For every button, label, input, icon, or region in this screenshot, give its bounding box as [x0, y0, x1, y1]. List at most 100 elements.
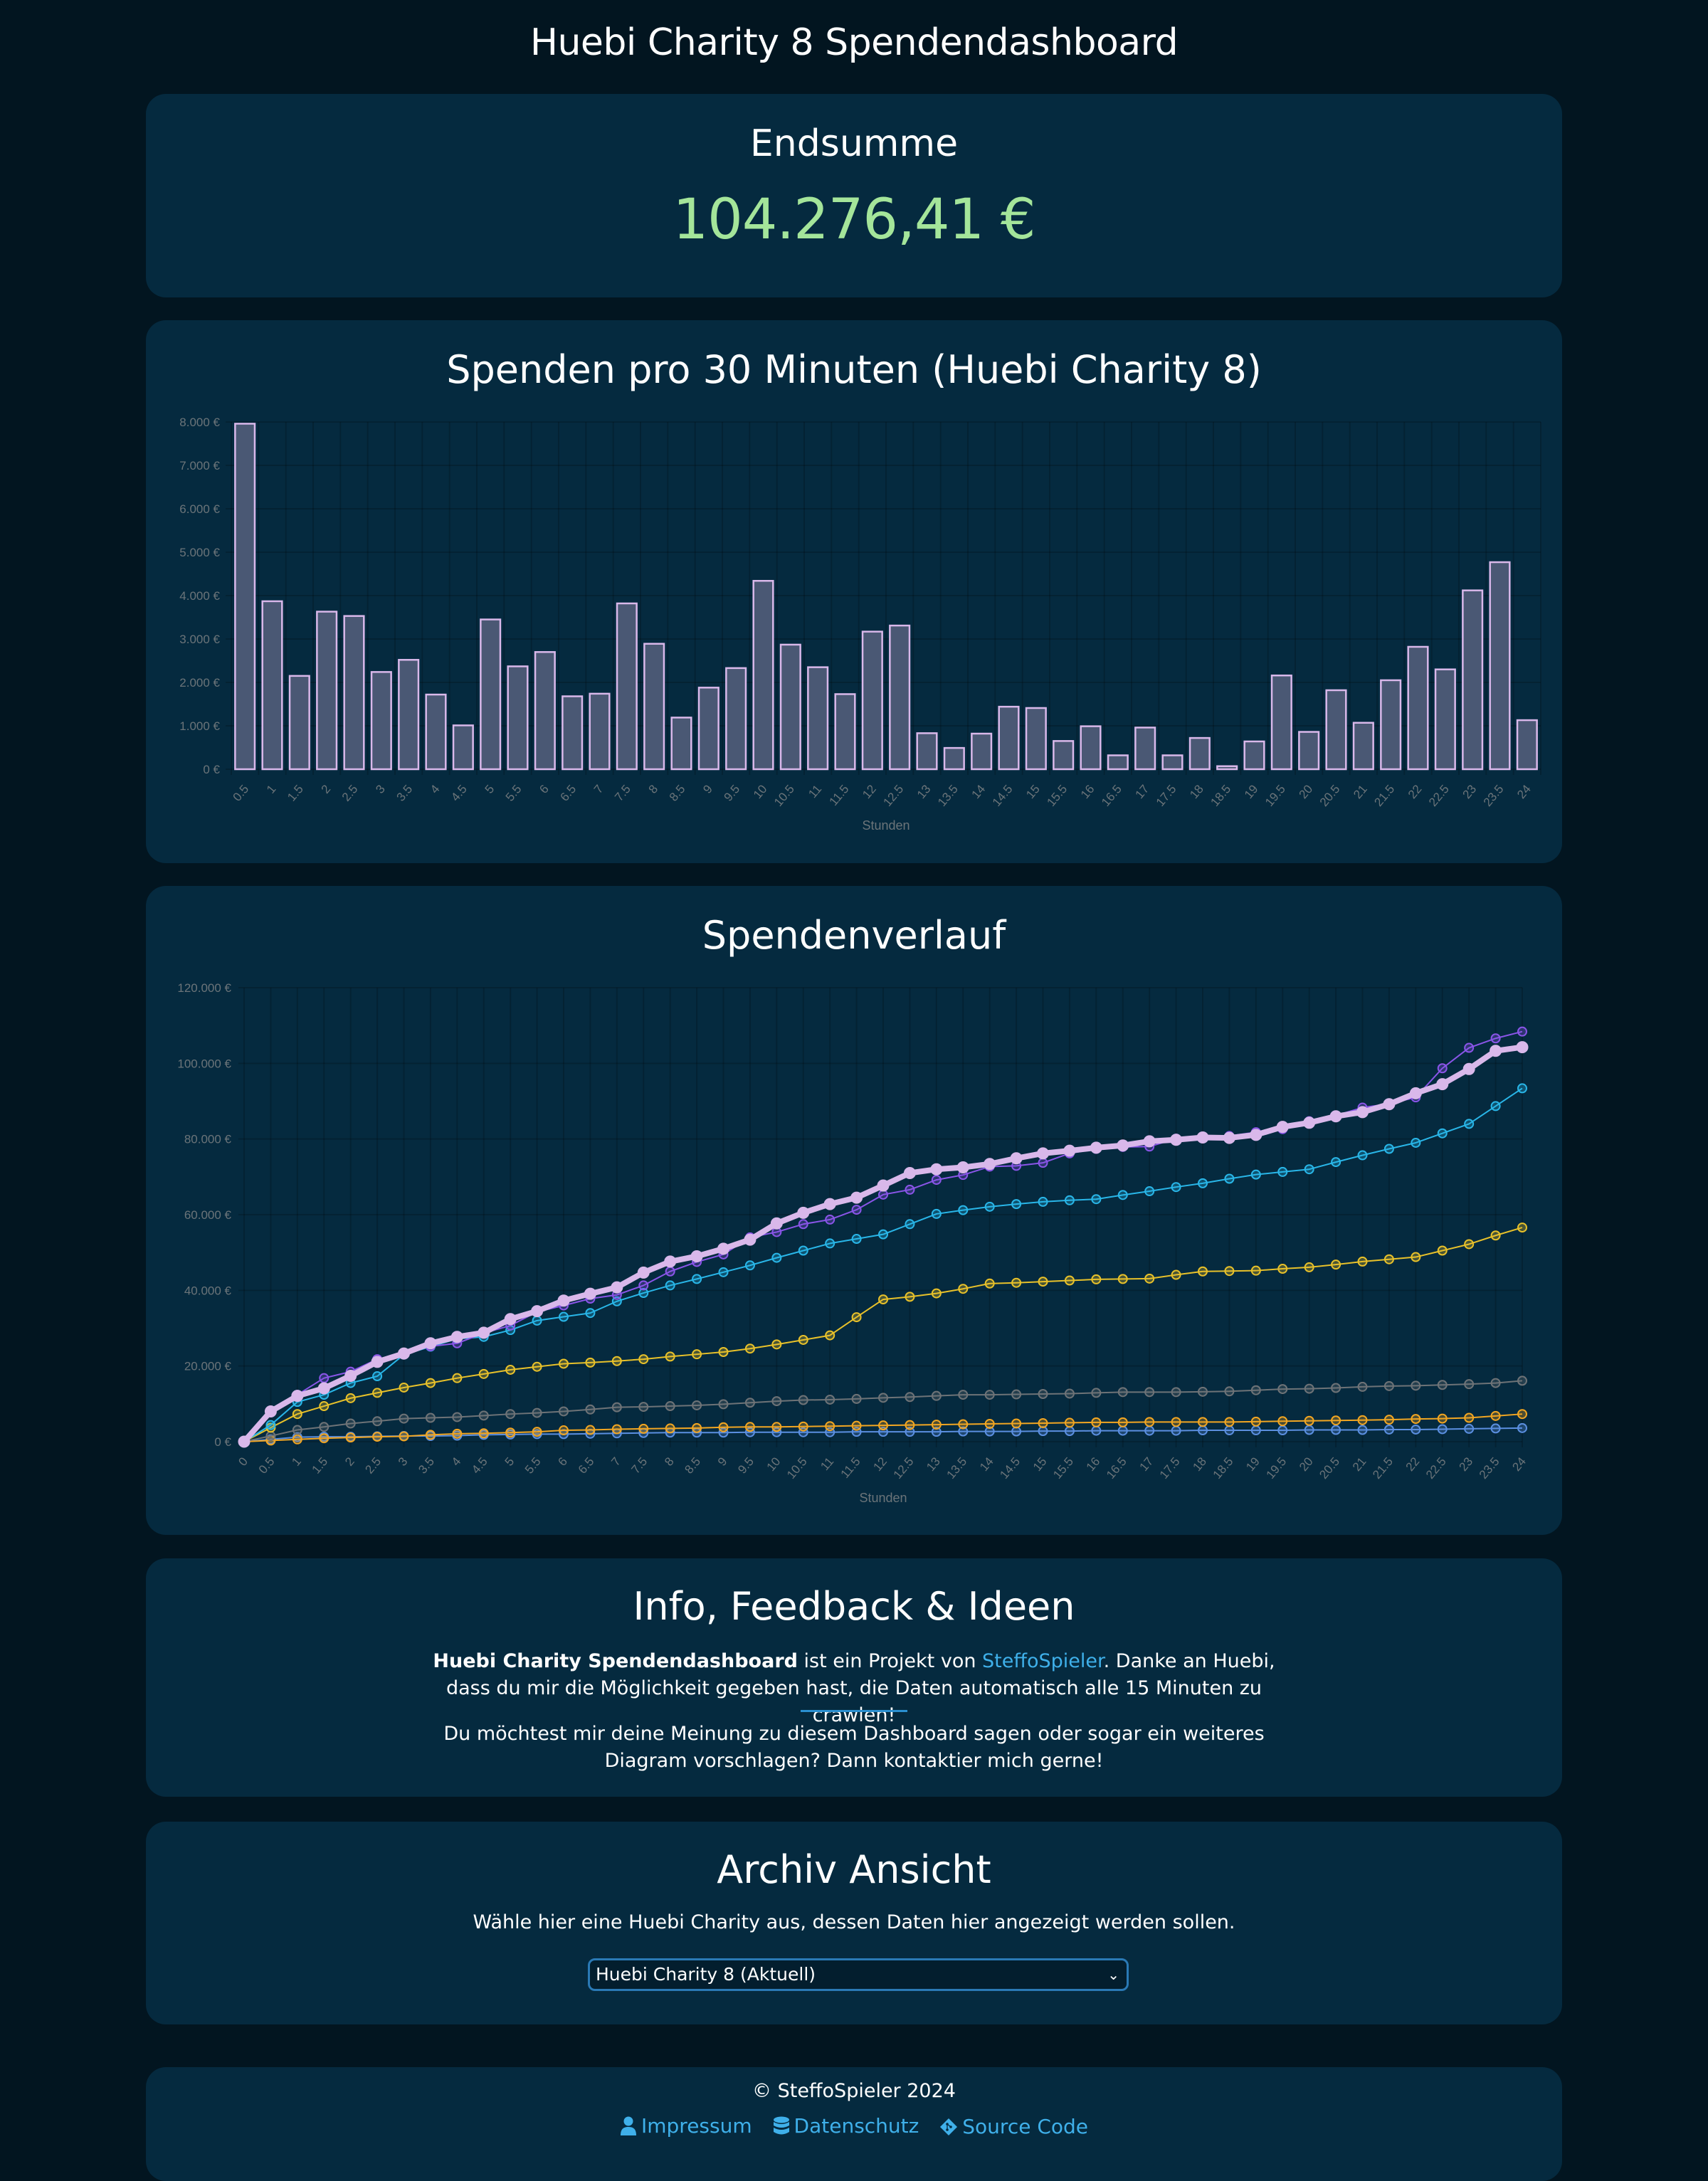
data-point [1304, 1383, 1314, 1394]
data-point [1517, 1222, 1527, 1233]
data-point [1171, 1387, 1181, 1398]
archive-title: Archiv Ansicht [717, 1847, 991, 1892]
data-point [1464, 1379, 1475, 1390]
bar [1025, 707, 1047, 771]
data-point [1038, 1158, 1048, 1168]
x-tick-label: 17.5 [1154, 782, 1179, 809]
bar [779, 643, 801, 771]
data-point [291, 1390, 304, 1403]
x-tick-label: 11.5 [827, 782, 852, 808]
bar [1407, 645, 1429, 771]
data-point [798, 1395, 808, 1405]
data-point [1357, 1381, 1368, 1392]
data-point [931, 1208, 942, 1219]
data-point [665, 1401, 675, 1412]
x-tick-label: 1.5 [310, 1454, 331, 1476]
x-tick-label: 23.5 [1477, 1454, 1502, 1482]
data-point [532, 1408, 542, 1418]
x-tick-label: 1 [289, 1454, 304, 1468]
x-tick-label: 11 [806, 782, 824, 801]
data-point [1117, 1190, 1128, 1200]
x-tick-label: 7 [591, 782, 606, 796]
data-point [265, 1420, 276, 1430]
x-tick-label: 22 [1406, 782, 1425, 801]
bar [1161, 754, 1184, 771]
data-point [931, 1175, 942, 1185]
data-point [611, 1402, 622, 1412]
data-point [692, 1349, 702, 1360]
bar-chart-card: Spenden pro 30 Minuten (Huebi Charity 8)… [146, 320, 1562, 863]
bar [1434, 668, 1456, 771]
data-point [505, 1427, 516, 1438]
x-tick-label: 13 [914, 782, 934, 801]
data-point [1331, 1260, 1341, 1270]
x-tick-label: 21 [1351, 782, 1370, 801]
x-tick-label: 1.5 [285, 782, 306, 803]
data-point [1224, 1417, 1235, 1427]
x-tick-label: 23 [1457, 1454, 1476, 1474]
data-point [559, 1358, 569, 1369]
data-point [1198, 1425, 1208, 1436]
line-chart-card: Spendenverlauf 0 €20.000 €40.000 €60.000… [146, 886, 1562, 1535]
data-point [1331, 1383, 1341, 1393]
data-point [851, 1312, 862, 1323]
data-point [1064, 1417, 1075, 1428]
data-point [532, 1361, 542, 1372]
data-point [1277, 1416, 1288, 1427]
data-point [1198, 1417, 1208, 1427]
author-link[interactable]: SteffoSpieler [982, 1650, 1104, 1672]
bar [1325, 689, 1347, 771]
data-point [665, 1423, 675, 1434]
x-tick-label: 19 [1242, 782, 1261, 801]
data-point [1091, 1194, 1102, 1205]
data-point [984, 1158, 996, 1171]
data-point [905, 1420, 915, 1430]
source-code-link[interactable]: Source Code [939, 2115, 1088, 2138]
total-amount: 104.276,41 € [673, 188, 1035, 252]
y-tick-label: 1.000 € [179, 719, 220, 733]
data-point [425, 1412, 436, 1423]
data-point [372, 1432, 383, 1442]
data-point [345, 1393, 356, 1403]
data-point [1064, 1388, 1075, 1399]
data-point [1383, 1424, 1394, 1435]
data-point [905, 1184, 915, 1195]
data-point [424, 1337, 437, 1350]
y-tick-label: 20.000 € [184, 1360, 232, 1373]
data-point [1517, 1026, 1527, 1037]
x-tick-label: 4.5 [469, 1454, 490, 1476]
data-point [1464, 1042, 1475, 1053]
data-point [1224, 1386, 1235, 1397]
impressum-link[interactable]: Impressum [620, 2114, 752, 2138]
data-point [585, 1404, 596, 1415]
datenschutz-link[interactable]: Datenschutz [773, 2114, 919, 2138]
bar [1270, 674, 1292, 771]
x-tick-label: 18 [1187, 782, 1206, 801]
charity-select[interactable]: Huebi Charity 8 (Aktuell) ⌄ [588, 1958, 1129, 1991]
bar [1298, 731, 1320, 771]
y-tick-label: 100.000 € [177, 1057, 231, 1070]
data-point [1383, 1415, 1394, 1425]
x-tick-label: 15.5 [1044, 782, 1070, 809]
x-tick-label: 5 [483, 782, 497, 796]
data-point [1517, 1409, 1527, 1420]
data-point [1144, 1387, 1155, 1398]
x-tick-label: 10 [751, 782, 770, 801]
data-point [958, 1284, 969, 1294]
bar [1462, 589, 1484, 771]
data-point [1144, 1417, 1155, 1427]
data-point [585, 1425, 596, 1435]
data-point [878, 1229, 888, 1240]
data-point [1517, 1083, 1527, 1094]
data-point [797, 1206, 810, 1219]
x-tick-label: 16 [1084, 1454, 1103, 1474]
data-point [984, 1419, 995, 1430]
x-tick-label: 13.5 [935, 782, 961, 809]
data-point [958, 1419, 969, 1430]
x-tick-label: 19 [1243, 1454, 1262, 1474]
data-point [1010, 1152, 1023, 1165]
x-tick-label: 21.5 [1370, 1454, 1396, 1482]
y-tick-label: 5.000 € [179, 546, 220, 559]
data-point [770, 1217, 783, 1230]
data-point [638, 1423, 649, 1434]
